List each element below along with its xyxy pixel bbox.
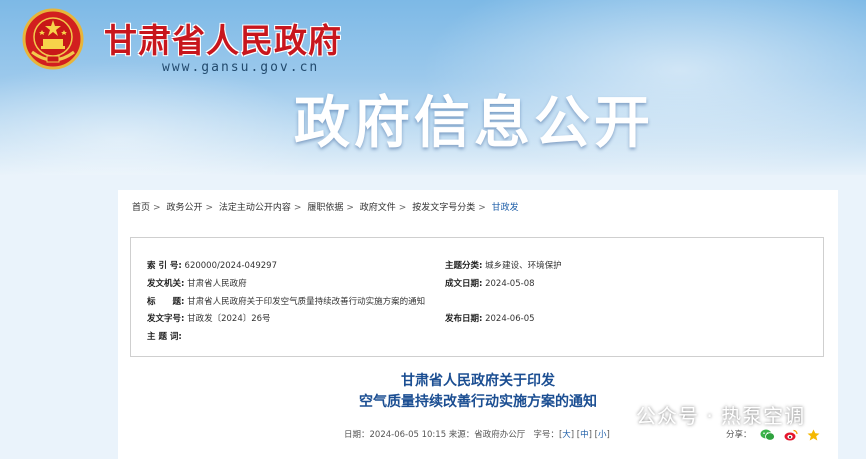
breadcrumb-separator: >	[398, 203, 407, 213]
doc-title-line1: 甘肃省人民政府关于印发	[401, 373, 555, 389]
breadcrumb-item-gan-zheng-fa[interactable]: 甘政发	[492, 203, 519, 213]
doc-meta: 日期：2024-06-05 10:15 来源：省政府办公厅 字号：[大] [中]…	[344, 430, 610, 440]
font-size-small[interactable]: 小	[598, 430, 607, 440]
breadcrumb-item-statutory[interactable]: 法定主动公开内容	[219, 203, 291, 213]
watermark-text: 公众号 · 热泵空调	[636, 404, 806, 428]
info-title-value: 甘肃省人民政府关于印发空气质量持续改善行动实施方案的通知	[187, 297, 426, 307]
breadcrumb-item-by-docno[interactable]: 按发文字号分类	[412, 203, 475, 213]
breadcrumb-item-gov-docs[interactable]: 政府文件	[360, 203, 396, 213]
info-title-label: 标 题:	[147, 297, 185, 307]
weibo-icon[interactable]	[784, 429, 798, 441]
font-size-label: 字号：	[533, 430, 559, 440]
site-name[interactable]: 甘肃省人民政府	[104, 14, 342, 62]
breadcrumb-item-duty-basis[interactable]: 履职依据	[307, 203, 343, 213]
doc-meta-date-source: 日期：2024-06-05 10:15 来源：省政府办公厅	[344, 430, 526, 440]
doc-info-box: 索 引 号: 620000/2024-049297 主题分类: 城乡建设、环境保…	[130, 237, 824, 357]
share-bar: 分享：	[726, 428, 820, 441]
info-index: 索 引 号: 620000/2024-049297	[147, 259, 277, 271]
info-issuer-value: 甘肃省人民政府	[187, 279, 247, 289]
info-docno-label: 发文字号:	[147, 314, 185, 324]
info-keywords-label: 主 题 词:	[147, 332, 182, 342]
breadcrumb-item-gov-affairs[interactable]: 政务公开	[166, 203, 202, 213]
breadcrumb-item-home[interactable]: 首页	[132, 203, 150, 213]
site-url[interactable]: www.gansu.gov.cn	[162, 60, 319, 75]
breadcrumb-separator: >	[293, 203, 302, 213]
breadcrumb-separator: >	[478, 203, 486, 213]
qzone-icon[interactable]	[807, 429, 820, 441]
info-published-value: 2024-06-05	[485, 314, 535, 324]
header-banner: 甘肃省人民政府 www.gansu.gov.cn 政府信息公开	[0, 0, 866, 175]
info-created-value: 2024-05-08	[485, 279, 535, 289]
font-size-large[interactable]: 大	[562, 430, 571, 440]
wechat-watermark-icon	[604, 407, 630, 428]
info-created: 成文日期: 2024-05-08	[445, 277, 535, 289]
wechat-icon[interactable]	[760, 429, 776, 441]
breadcrumb: 首页 > 政务公开 > 法定主动公开内容 > 履职依据 > 政府文件 > 按发文字号分类 >…	[132, 200, 519, 213]
info-docno: 发文字号: 甘政发〔2024〕26号	[147, 312, 271, 324]
info-docno-value: 甘政发〔2024〕26号	[187, 314, 271, 324]
info-category-label: 主题分类:	[445, 261, 483, 271]
section-title: 政府信息公开	[294, 91, 654, 156]
banner-cloud	[0, 60, 320, 175]
info-index-label: 索 引 号:	[147, 261, 182, 271]
info-category: 主题分类: 城乡建设、环境保护	[445, 259, 562, 271]
breadcrumb-separator: >	[205, 203, 213, 213]
info-index-value: 620000/2024-049297	[184, 261, 277, 271]
breadcrumb-separator: >	[346, 203, 354, 213]
breadcrumb-separator: >	[153, 203, 161, 213]
info-keywords: 主 题 词:	[147, 330, 182, 342]
info-created-label: 成文日期:	[445, 279, 483, 289]
info-published-label: 发布日期:	[445, 314, 483, 324]
share-label: 分享：	[726, 430, 752, 440]
font-size-medium[interactable]: 中	[580, 430, 589, 440]
national-emblem-icon[interactable]	[22, 8, 84, 70]
info-title: 标 题: 甘肃省人民政府关于印发空气质量持续改善行动实施方案的通知	[147, 295, 425, 307]
info-issuer-label: 发文机关:	[147, 279, 185, 289]
watermark: 公众号 · 热泵空调	[604, 400, 805, 429]
info-issuer: 发文机关: 甘肃省人民政府	[147, 277, 247, 289]
info-published: 发布日期: 2024-06-05	[445, 312, 535, 324]
info-category-value: 城乡建设、环境保护	[485, 261, 562, 271]
